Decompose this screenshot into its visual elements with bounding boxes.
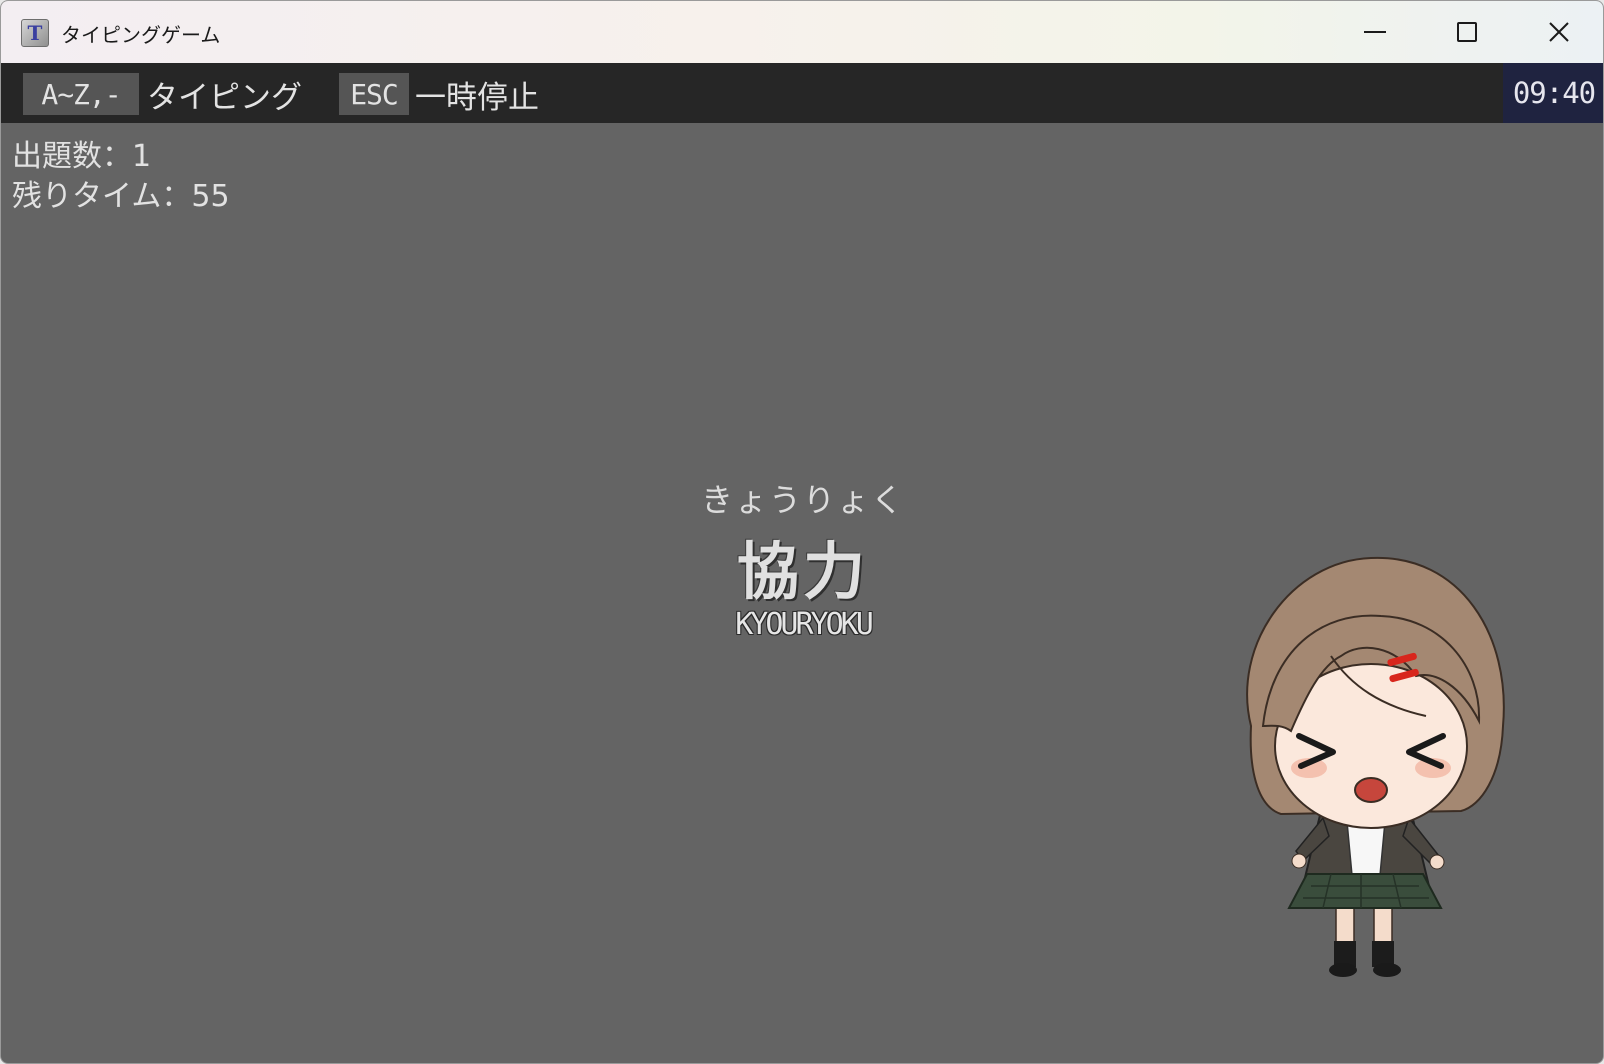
close-button[interactable] <box>1513 1 1603 63</box>
minimize-icon <box>1364 31 1386 33</box>
app-icon-letter: T <box>27 21 43 45</box>
title-bar[interactable]: T タイピングゲーム <box>1 1 1603 63</box>
question-count-row: 出題数： 1 <box>12 137 230 177</box>
time-left-label: 残りタイム： <box>12 179 192 214</box>
key-guide-bar: A~Z,- タイピング ESC 一時停止 <box>1 63 1603 123</box>
close-icon <box>1549 22 1569 42</box>
type-key-label: タイピング <box>147 79 302 116</box>
maximize-icon <box>1457 22 1477 42</box>
app-icon: T <box>21 19 49 47</box>
window-title: タイピングゲーム <box>61 23 221 47</box>
question-count-value: 1 <box>132 139 152 174</box>
minimize-button[interactable] <box>1329 1 1421 63</box>
question-reading: きょうりょく <box>700 481 905 519</box>
time-left-value: 55 <box>191 179 230 214</box>
chibi-girl-character-icon <box>1246 556 1505 977</box>
pause-keycap: ESC <box>339 73 409 115</box>
maximize-button[interactable] <box>1421 1 1513 63</box>
time-left-row: 残りタイム： 55 <box>12 177 230 217</box>
game-window: T タイピングゲーム A~Z,- タイピング ESC 一時停止 09:40 出題… <box>0 0 1604 1064</box>
type-keycap: A~Z,- <box>23 73 139 115</box>
pause-key-label: 一時停止 <box>415 79 539 116</box>
clock: 09:40 <box>1503 63 1603 123</box>
game-stats: 出題数： 1 残りタイム： 55 <box>12 137 230 217</box>
question-count-label: 出題数： <box>12 139 132 174</box>
